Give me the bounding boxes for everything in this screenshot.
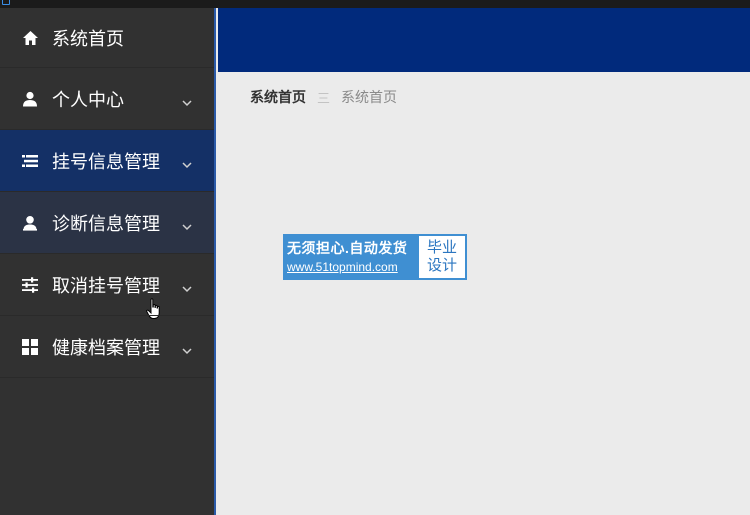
chevron-down-icon <box>181 93 193 106</box>
sidebar-item-label: 诊断信息管理 <box>52 213 160 234</box>
banner-slogan: 无须担心.自动发货 <box>287 240 408 256</box>
breadcrumb-separator: 三 <box>317 90 331 106</box>
main-content: 系统首页 三 系统首页 无须担心.自动发货 www.51topmind.com … <box>218 72 750 515</box>
sidebar-item-personal-center[interactable]: 个人中心 <box>0 68 214 130</box>
breadcrumb-home-link[interactable]: 系统首页 <box>250 87 306 107</box>
chevron-down-icon <box>181 217 193 230</box>
sidebar-item-home[interactable]: 系统首页 <box>0 8 214 68</box>
breadcrumb: 系统首页 三 系统首页 <box>250 87 397 107</box>
sidebar-item-label: 个人中心 <box>52 89 124 110</box>
sidebar-item-cancel-registration[interactable]: 取消挂号管理 <box>0 254 214 316</box>
sidebar-item-label: 健康档案管理 <box>52 337 160 358</box>
sidebar-item-label: 挂号信息管理 <box>52 151 160 172</box>
top-header-bar <box>218 8 750 72</box>
sidebar-item-health-records[interactable]: 健康档案管理 <box>0 316 214 378</box>
breadcrumb-current: 系统首页 <box>341 89 398 105</box>
banner-badge-line1: 毕业 <box>426 239 457 256</box>
banner-url: www.51topmind.com <box>287 260 398 274</box>
window-top-strip <box>0 0 750 8</box>
banner-text: 无须担心.自动发货 www.51topmind.com <box>283 234 417 280</box>
chevron-down-icon <box>181 155 193 168</box>
home-icon <box>21 29 39 47</box>
banner-badge: 毕业 设计 <box>419 236 465 278</box>
watermark-banner: 无须担心.自动发货 www.51topmind.com 毕业 设计 <box>283 234 467 280</box>
sidebar-item-diagnosis[interactable]: 诊断信息管理 <box>0 192 214 254</box>
window-icon <box>2 0 10 5</box>
banner-badge-line2: 设计 <box>426 257 457 274</box>
sliders-icon <box>21 276 39 294</box>
sidebar-item-registration[interactable]: 挂号信息管理 <box>0 130 214 319</box>
sidebar-item-label: 取消挂号管理 <box>52 275 160 296</box>
person-icon <box>21 214 39 232</box>
sidebar-item-label: 系统首页 <box>52 28 124 49</box>
user-icon <box>21 90 39 108</box>
list-icon <box>21 152 39 170</box>
chevron-down-icon <box>181 341 193 354</box>
chevron-down-icon <box>181 279 193 292</box>
sidebar-menu: 系统首页 个人中心 挂号信息管理 诊断信息管理 取消挂号管理 健康档案管理 <box>0 8 216 515</box>
grid-icon <box>21 338 39 356</box>
